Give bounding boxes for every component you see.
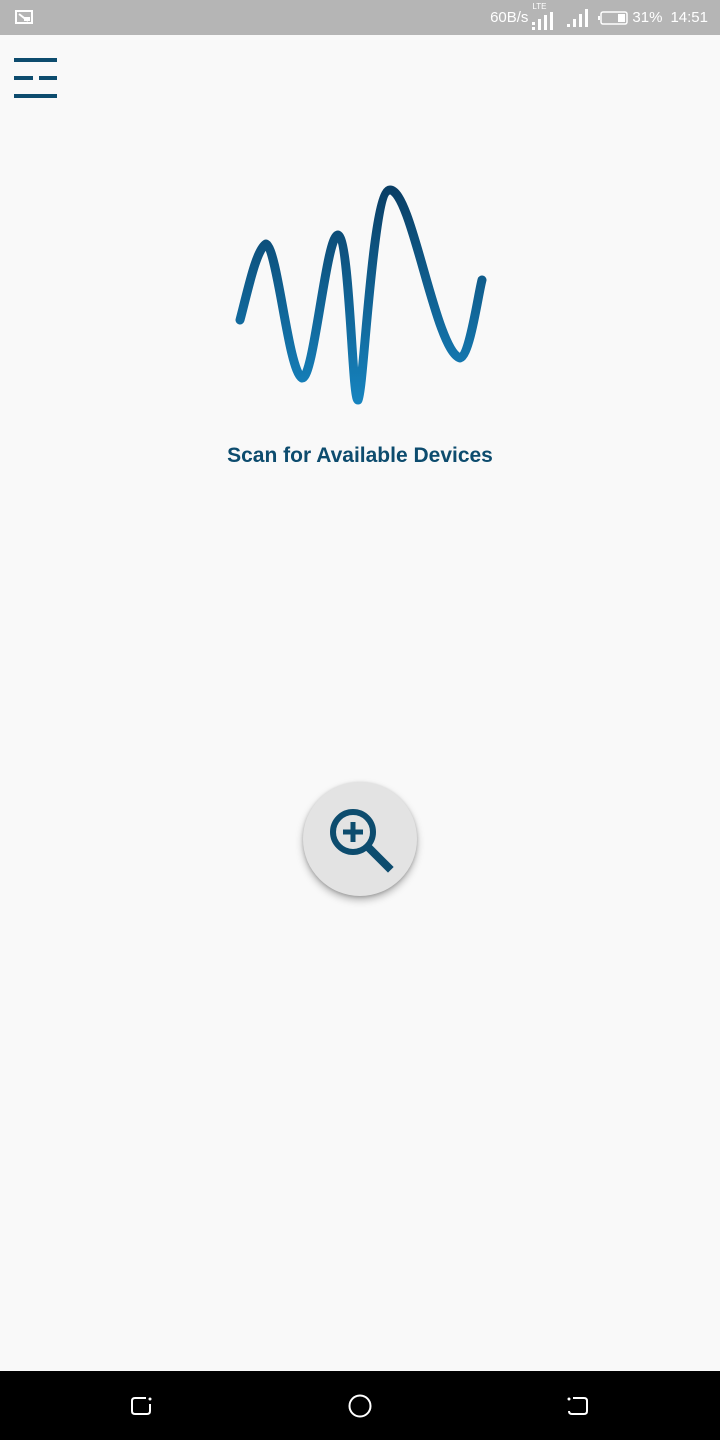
screencast-icon <box>15 10 33 24</box>
app-screen: 60B/s LTE 31% 14:51 Scan for Available D… <box>0 0 720 1440</box>
data-rate: 60B/s <box>490 9 529 26</box>
clock: 14:51 <box>670 9 708 26</box>
battery-icon <box>598 10 629 25</box>
waveform-logo-icon <box>235 185 487 405</box>
status-bar: 60B/s LTE 31% 14:51 <box>0 0 720 35</box>
scan-button[interactable] <box>303 782 417 896</box>
menu-icon <box>14 58 57 98</box>
zoom-in-search-icon <box>330 809 394 873</box>
signal-icon <box>567 8 589 27</box>
navigation-bar <box>0 1371 720 1440</box>
back-icon[interactable] <box>563 1391 593 1421</box>
lte-signal-icon: LTE <box>532 1 556 30</box>
lte-label: LTE <box>532 1 547 11</box>
page-title: Scan for Available Devices <box>227 444 493 467</box>
menu-button[interactable] <box>12 56 60 104</box>
status-right-group: 60B/s LTE 31% 14:51 <box>490 0 708 35</box>
battery-percent: 31% <box>632 9 663 26</box>
lte-bars <box>532 11 554 30</box>
recent-apps-icon[interactable] <box>126 1391 156 1421</box>
home-icon[interactable] <box>345 1391 375 1421</box>
